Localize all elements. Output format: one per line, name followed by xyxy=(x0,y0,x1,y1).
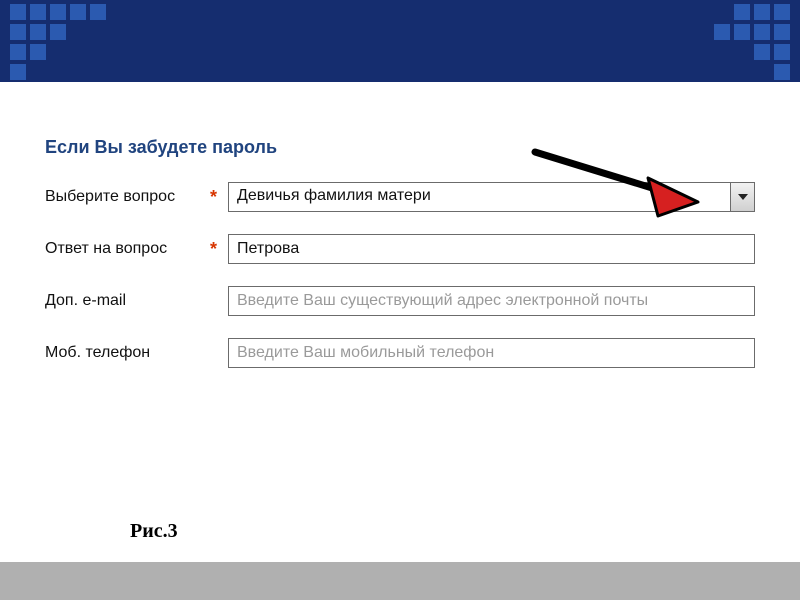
question-select-value: Девичья фамилия матери xyxy=(229,183,730,211)
chevron-down-icon xyxy=(738,194,748,200)
password-recovery-form: Если Вы забудете пароль Выберите вопрос … xyxy=(45,137,755,368)
label-mobile: Моб. телефон xyxy=(45,344,210,362)
label-answer: Ответ на вопрос xyxy=(45,240,210,258)
footer-strip xyxy=(0,562,800,600)
row-question: Выберите вопрос * Девичья фамилия матери xyxy=(45,182,755,212)
row-mobile: Моб. телефон xyxy=(45,338,755,368)
alt-email-input[interactable] xyxy=(228,286,755,316)
row-alt-email: Доп. e-mail xyxy=(45,286,755,316)
label-question: Выберите вопрос xyxy=(45,188,210,206)
section-title: Если Вы забудете пароль xyxy=(45,137,755,158)
row-answer: Ответ на вопрос * xyxy=(45,234,755,264)
label-alt-email: Доп. e-mail xyxy=(45,292,210,310)
required-mark-answer: * xyxy=(210,239,228,260)
figure-caption: Рис.3 xyxy=(130,520,178,543)
answer-input[interactable] xyxy=(228,234,755,264)
mobile-input[interactable] xyxy=(228,338,755,368)
question-select[interactable]: Девичья фамилия матери xyxy=(228,182,755,212)
required-mark-question: * xyxy=(210,187,228,208)
header-banner xyxy=(0,0,800,82)
dropdown-toggle-button[interactable] xyxy=(730,183,754,211)
